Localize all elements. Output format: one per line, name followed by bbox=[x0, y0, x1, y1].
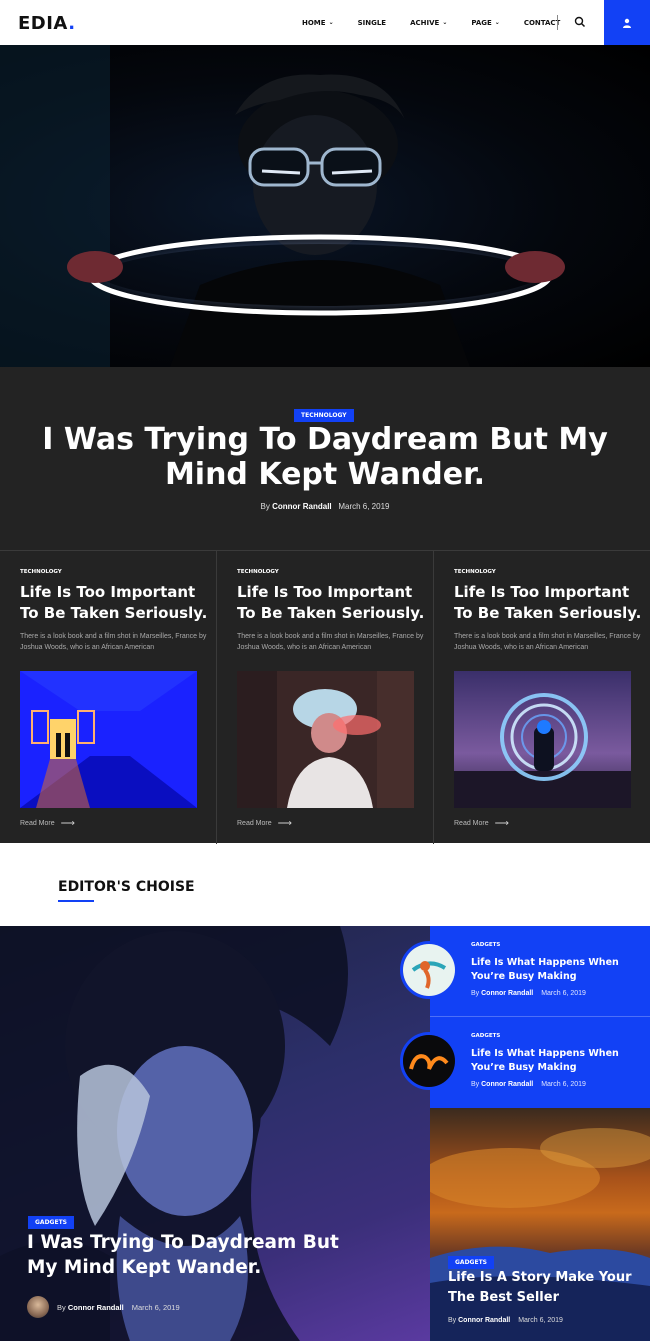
gadget-photo bbox=[403, 1035, 455, 1087]
author-name[interactable]: Connor Randall bbox=[458, 1317, 510, 1324]
corridor-photo bbox=[20, 671, 197, 808]
nav-item-page[interactable]: PAGE ⌄ bbox=[471, 19, 499, 27]
site-header: EDIA. HOME ⌄ SINGLE ACHIVE ⌄ PAGE ⌄ CONTACT bbox=[0, 0, 650, 45]
post-date: March 6, 2019 bbox=[518, 1317, 563, 1324]
card-category[interactable]: TECHNOLOGY bbox=[454, 569, 496, 575]
card-category[interactable]: TECHNOLOGY bbox=[237, 569, 279, 575]
author-name[interactable]: Connor Randall bbox=[68, 1303, 124, 1312]
card-title[interactable]: Life Is Too Important To Be Taken Seriou… bbox=[20, 582, 215, 624]
post-card: TECHNOLOGY Life Is Too Important To Be T… bbox=[434, 551, 650, 844]
main-nav: HOME ⌄ SINGLE ACHIVE ⌄ PAGE ⌄ CONTACT bbox=[302, 0, 584, 45]
nav-item-contact[interactable]: CONTACT bbox=[524, 19, 561, 27]
section-title: EDITOR'S CHOISE bbox=[58, 879, 195, 895]
arrow-right-icon: ⟶ bbox=[277, 818, 292, 829]
side-post-meta: By Connor Randall March 6, 2019 bbox=[471, 1081, 586, 1088]
post-cards: TECHNOLOGY Life Is Too Important To Be T… bbox=[0, 550, 650, 844]
author-name[interactable]: Connor Randall bbox=[272, 502, 332, 511]
card-image[interactable] bbox=[237, 671, 414, 808]
side-post-category[interactable]: GADGETS bbox=[471, 942, 500, 948]
side-post-category[interactable]: GADGETS bbox=[471, 1033, 500, 1039]
post-date: March 6, 2019 bbox=[541, 1081, 586, 1088]
light-ring-photo bbox=[454, 671, 631, 808]
card-excerpt: There is a look book and a film shot in … bbox=[20, 633, 207, 651]
card-image[interactable] bbox=[20, 671, 197, 808]
hero-photo bbox=[0, 45, 565, 367]
nav-item-home[interactable]: HOME ⌄ bbox=[302, 19, 334, 27]
side-post-thumbnail[interactable] bbox=[400, 941, 458, 999]
card-category[interactable]: TECHNOLOGY bbox=[20, 569, 62, 575]
arrow-right-icon: ⟶ bbox=[494, 818, 509, 829]
arrow-right-icon: ⟶ bbox=[60, 818, 75, 829]
chevron-down-icon: ⌄ bbox=[442, 19, 448, 26]
featured-title[interactable]: I Was Trying To Daydream But My Mind Kep… bbox=[27, 1230, 357, 1280]
category-badge[interactable]: TECHNOLOGY bbox=[294, 409, 354, 422]
category-badge[interactable]: GADGETS bbox=[28, 1216, 74, 1229]
read-more-link[interactable]: Read More ⟶ bbox=[20, 818, 75, 829]
author-name[interactable]: Connor Randall bbox=[481, 1081, 533, 1088]
neon-portrait-photo bbox=[237, 671, 414, 808]
card-title[interactable]: Life Is Too Important To Be Taken Seriou… bbox=[237, 582, 432, 624]
chevron-down-icon: ⌄ bbox=[328, 19, 334, 26]
read-more-link[interactable]: Read More ⟶ bbox=[454, 818, 509, 829]
bottom-post-title[interactable]: Life Is A Story Make Your The Best Selle… bbox=[448, 1268, 643, 1308]
card-image[interactable] bbox=[454, 671, 631, 808]
read-more-link[interactable]: Read More ⟶ bbox=[237, 818, 292, 829]
user-account-button[interactable] bbox=[604, 0, 650, 45]
bottom-post-meta: By Connor Randall March 6, 2019 bbox=[448, 1317, 563, 1324]
side-post-title[interactable]: Life Is What Happens When You’re Busy Ma… bbox=[471, 956, 646, 983]
post-date: March 6, 2019 bbox=[131, 1302, 180, 1312]
author-name[interactable]: Connor Randall bbox=[481, 990, 533, 997]
side-post-thumbnail[interactable] bbox=[400, 1032, 458, 1090]
hero-title[interactable]: I Was Trying To Daydream But My Mind Kep… bbox=[40, 422, 610, 492]
chevron-down-icon: ⌄ bbox=[494, 19, 500, 26]
side-post: GADGETS Life Is What Happens When You’re… bbox=[400, 1017, 650, 1108]
side-post-title[interactable]: Life Is What Happens When You’re Busy Ma… bbox=[471, 1047, 646, 1074]
section-underline bbox=[58, 900, 94, 902]
card-title[interactable]: Life Is Too Important To Be Taken Seriou… bbox=[454, 582, 649, 624]
side-post-meta: By Connor Randall March 6, 2019 bbox=[471, 990, 586, 997]
post-date: March 6, 2019 bbox=[338, 502, 390, 511]
hero-image[interactable] bbox=[0, 45, 650, 367]
nav-item-achive[interactable]: ACHIVE ⌄ bbox=[410, 19, 447, 27]
card-excerpt: There is a look book and a film shot in … bbox=[454, 633, 641, 651]
side-post: GADGETS Life Is What Happens When You’re… bbox=[400, 926, 650, 1017]
post-card: TECHNOLOGY Life Is Too Important To Be T… bbox=[217, 551, 434, 844]
nav-divider bbox=[557, 15, 558, 30]
card-excerpt: There is a look book and a film shot in … bbox=[237, 633, 424, 651]
post-date: March 6, 2019 bbox=[541, 990, 586, 997]
avatar[interactable] bbox=[27, 1296, 49, 1318]
featured-meta: By Connor Randall March 6, 2019 bbox=[27, 1296, 180, 1318]
gadget-photo bbox=[403, 944, 455, 996]
site-logo[interactable]: EDIA. bbox=[18, 13, 76, 34]
hero-meta: By Connor Randall March 6, 2019 bbox=[260, 502, 390, 511]
nav-item-single[interactable]: SINGLE bbox=[358, 19, 387, 27]
search-icon[interactable] bbox=[574, 16, 586, 28]
post-card: TECHNOLOGY Life Is Too Important To Be T… bbox=[0, 551, 217, 844]
user-icon bbox=[623, 18, 631, 28]
